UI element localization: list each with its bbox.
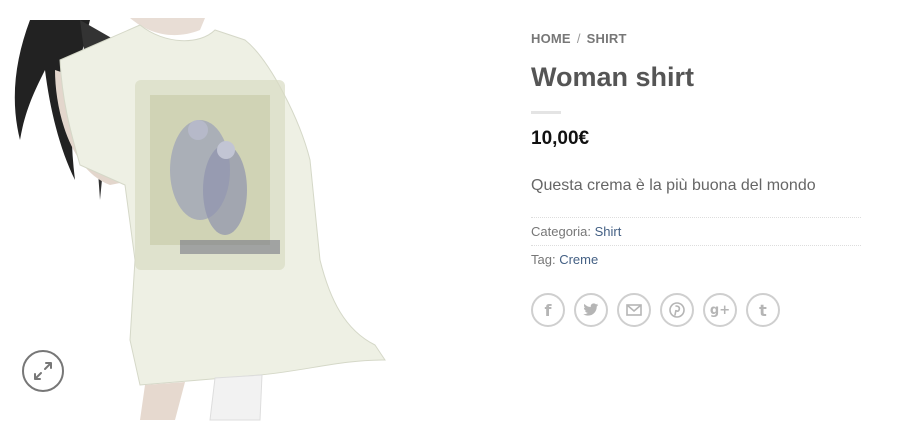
googleplus-share-button[interactable]: g+ [703,293,737,327]
category-row: Categoria: Shirt [531,218,861,246]
expand-icon [34,362,52,380]
product-meta: Categoria: Shirt Tag: Creme [531,217,861,273]
product-summary: HOME / SHIRT Woman shirt 10,00€ Questa cre… [531,30,866,327]
category-label: Categoria: [531,224,591,239]
product-price: 10,00€ [531,128,590,149]
tag-label: Tag: [531,252,556,267]
tumblr-share-button[interactable]: t [746,293,780,327]
title-divider [531,111,561,114]
googleplus-icon: g+ [709,302,731,318]
category-link[interactable]: Shirt [595,224,622,239]
breadcrumb-shirt-link[interactable]: SHIRT [587,31,627,46]
product-description: Questa crema è la più buona del mondo [531,177,816,194]
tag-row: Tag: Creme [531,246,861,273]
email-icon [626,304,642,316]
product-image [14,18,386,421]
zoom-button[interactable] [22,350,64,392]
facebook-share-button[interactable]: f [531,293,565,327]
product-gallery[interactable] [0,0,500,431]
breadcrumb: HOME / SHIRT [531,30,866,48]
twitter-icon [583,303,599,316]
breadcrumb-separator: / [576,31,581,46]
share-icons: f g+ t [531,293,866,327]
product-title: Woman shirt [531,62,695,92]
pinterest-icon [669,302,685,318]
facebook-icon: f [544,300,552,320]
tumblr-icon: t [759,300,767,320]
tag-link[interactable]: Creme [559,252,598,267]
email-share-button[interactable] [617,293,651,327]
breadcrumb-home-link[interactable]: HOME [531,31,571,46]
pinterest-share-button[interactable] [660,293,694,327]
twitter-share-button[interactable] [574,293,608,327]
